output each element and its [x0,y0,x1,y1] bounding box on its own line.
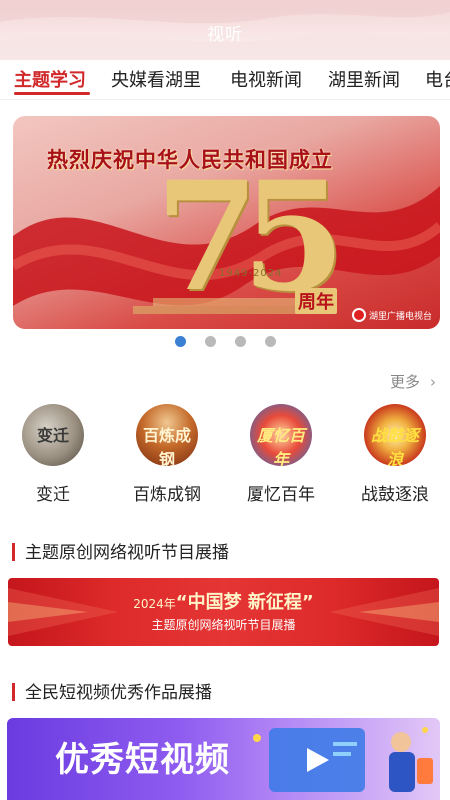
short-video-title: 优秀短视频 [55,740,230,780]
topic-label: 战鼓逐浪 [361,485,429,505]
chevron-right-icon: › [430,373,436,391]
banner-anniversary-label: 周年 [295,288,337,314]
topic-item[interactable]: 战鼓逐浪 战鼓逐浪 [340,404,450,505]
topic-item[interactable]: 百炼成钢 百炼成钢 [112,404,222,505]
topic-item[interactable]: 厦忆百年 厦忆百年 [226,404,336,505]
section-heading: 全民短视频优秀作品展播 [12,678,212,703]
banner-years: 1949-2024 [219,268,283,279]
active-tab-indicator [14,92,90,95]
section-marker [12,543,15,561]
topic-thumbnail: 厦忆百年 [250,404,312,466]
more-link[interactable]: 更多 › [390,371,436,392]
header-bar: 视听 [0,0,450,60]
topic-list: 变迁 变迁 百炼成钢 百炼成钢 厦忆百年 厦忆百年 战鼓逐浪 战鼓逐浪 [0,404,450,514]
tab-bar: 主题学习 央媒看湖里 电视新闻 湖里新闻 电台 [0,60,450,100]
promo-year: 2024年 [133,597,176,611]
section-title: 主题原创网络视听节目展播 [25,543,229,563]
promo-subtitle: 主题原创网络视听节目展播 [151,618,296,632]
page-title: 视听 [207,25,243,45]
topic-thumbnail: 战鼓逐浪 [364,404,426,466]
person-icon [391,732,411,752]
banner-carousel[interactable]: 75 热烈庆祝中华人民共和国成立 1949-2024 周年 湖里广播电视台 [13,116,440,329]
topic-item[interactable]: 变迁 变迁 [0,404,108,505]
tab-radio[interactable]: 电台 [425,66,450,92]
tab-huli-news[interactable]: 湖里新闻 [328,66,400,92]
carousel-indicators [0,336,450,348]
topic-label: 变迁 [36,485,70,505]
banner-headline: 热烈庆祝中华人民共和国成立 [47,148,333,172]
carousel-dot[interactable] [205,336,216,347]
topic-thumbnail: 百炼成钢 [136,404,198,466]
more-label: 更多 [389,373,420,391]
short-video-promo-banner[interactable]: 优秀短视频 [7,718,440,800]
topic-label: 百炼成钢 [133,485,201,505]
promo-title-text: “中国梦 新征程” [175,592,314,613]
carousel-dot[interactable] [235,336,246,347]
carousel-dot[interactable] [175,336,186,347]
promo-title: 2024年“中国梦 新征程” [8,588,439,614]
section-title: 全民短视频优秀作品展播 [25,683,212,703]
station-logo-icon [351,308,366,322]
tab-tv-news[interactable]: 电视新闻 [230,66,302,92]
station-logo: 湖里广播电视台 [351,307,432,323]
tab-central-media[interactable]: 央媒看湖里 [111,66,201,92]
carousel-dot[interactable] [265,336,276,347]
topic-thumbnail: 变迁 [22,404,84,466]
tab-theme-study[interactable]: 主题学习 [14,66,86,92]
topic-label: 厦忆百年 [247,485,315,505]
station-logo-text: 湖里广播电视台 [368,311,432,322]
program-promo-banner[interactable]: 2024年“中国梦 新征程” 主题原创网络视听节目展播 [8,578,439,646]
section-marker [12,683,15,701]
section-heading: 主题原创网络视听节目展播 [12,538,229,563]
